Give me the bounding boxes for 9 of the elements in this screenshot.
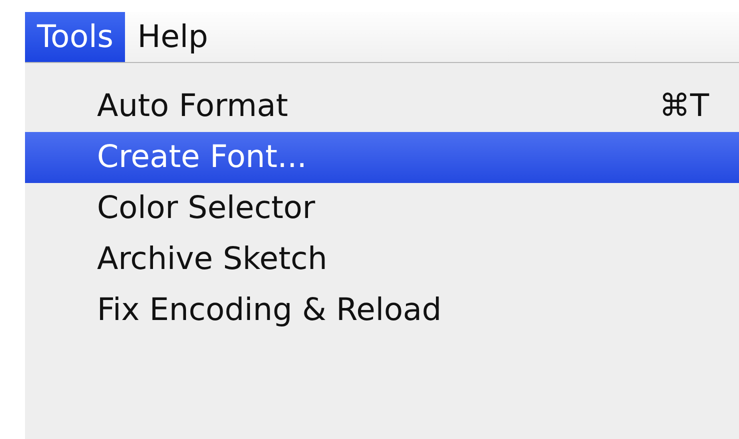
menu-item[interactable]: Fix Encoding & Reload [25,285,739,336]
menu-title[interactable]: Help [125,12,220,62]
menu-item[interactable]: Auto Format ⌘T [25,81,739,132]
menu-item[interactable]: Create Font... [25,132,739,183]
shortcut-label: ⌘T [659,87,709,126]
menu-item-label: Auto Format [97,87,288,126]
menu-item[interactable]: Color Selector [25,183,739,234]
menu-title[interactable]: Tools [25,12,126,62]
menu-item[interactable]: Archive Sketch [25,234,739,285]
